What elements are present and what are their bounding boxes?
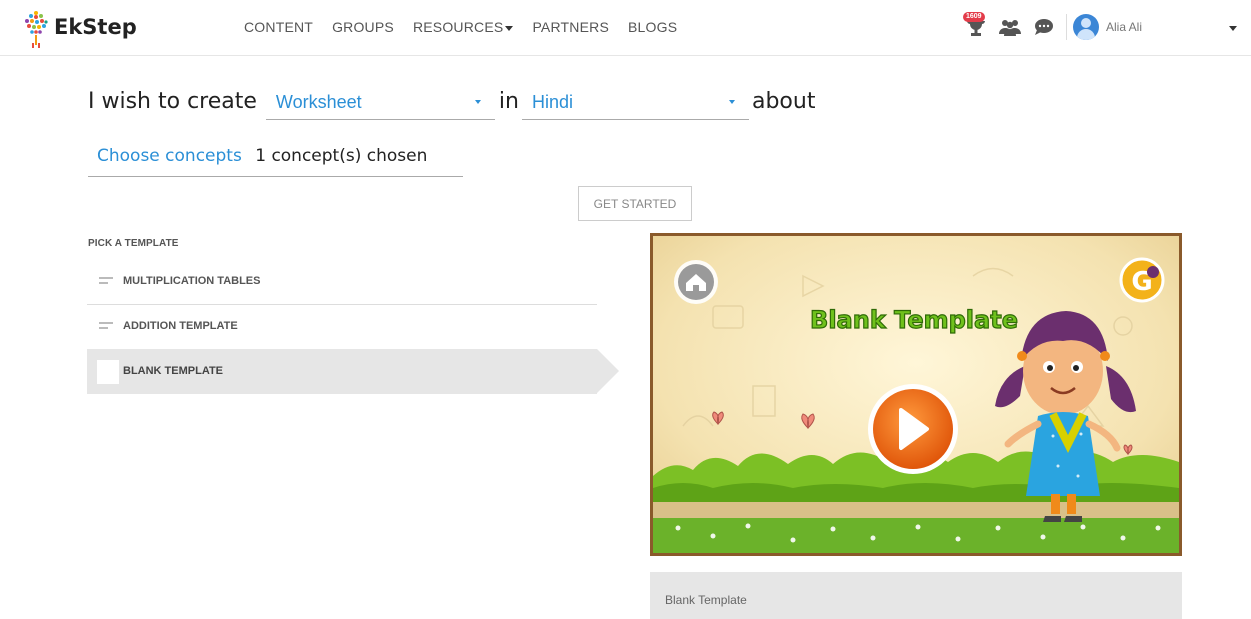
content-type-value: Worksheet (275, 92, 362, 112)
nav-content[interactable]: CONTENT (244, 19, 313, 35)
concepts-chosen-text: 1 concept(s) chosen (255, 146, 428, 166)
chevron-down-icon (728, 100, 735, 104)
header-actions: 1609 Alia Ali (962, 12, 1142, 40)
template-thumbnail (97, 360, 119, 384)
chevron-down-icon (474, 100, 481, 104)
create-connector: in (498, 89, 519, 114)
logo-icon (25, 11, 48, 48)
nav-resources-label: RESOURCES (412, 19, 504, 35)
top-navbar: EkStep CONTENT GROUPS RESOURCES PARTNERS… (0, 0, 1251, 56)
user-avatar-icon[interactable] (1073, 14, 1099, 40)
play-icon (868, 384, 958, 474)
template-label: BLANK TEMPLATE (123, 365, 224, 377)
content-type-select[interactable]: Worksheet (265, 84, 495, 120)
choose-concepts-link[interactable]: Choose concepts (97, 146, 242, 166)
template-caption-bar: Blank Template (650, 572, 1182, 619)
template-caption: Blank Template (665, 593, 747, 607)
notification-count-badge: 1609 (963, 12, 985, 22)
get-started-button[interactable]: GET STARTED (578, 186, 692, 221)
template-lines-icon (99, 322, 113, 332)
chevron-down-icon (505, 25, 514, 31)
nav-resources[interactable]: RESOURCES (412, 19, 514, 35)
template-label: MULTIPLICATION TABLES (123, 275, 261, 287)
home-icon (674, 260, 718, 304)
nav-partners[interactable]: PARTNERS (532, 19, 609, 35)
language-value: Hindi (531, 92, 573, 112)
nav-blogs[interactable]: BLOGS (628, 19, 677, 35)
create-sentence: I wish to create Worksheet in Hindi abou… (88, 84, 815, 120)
main-nav: CONTENT GROUPS RESOURCES PARTNERS BLOGS (244, 19, 696, 35)
brand-logo[interactable]: EkStep (24, 10, 137, 50)
brand-name: EkStep (54, 15, 137, 39)
groups-button[interactable] (996, 15, 1024, 39)
preview-illustration: G Blank Template (653, 236, 1179, 553)
create-suffix: about (751, 89, 816, 114)
header-divider (1066, 14, 1067, 40)
template-item-addition[interactable]: ADDITION TEMPLATE (87, 304, 597, 349)
template-lines-icon (99, 277, 113, 287)
language-select[interactable]: Hindi (521, 84, 749, 120)
preview-title: Blank Template (810, 306, 1018, 334)
group-icon (999, 20, 1021, 36)
chat-icon (1035, 19, 1053, 35)
nav-groups[interactable]: GROUPS (332, 19, 394, 35)
concepts-field: Choose concepts 1 concept(s) chosen (88, 142, 463, 177)
user-menu-chevron-down-icon[interactable] (1229, 26, 1237, 31)
template-label: ADDITION TEMPLATE (123, 320, 238, 332)
template-item-multiplication-tables[interactable]: MULTIPLICATION TABLES (87, 259, 597, 305)
template-item-blank[interactable]: BLANK TEMPLATE (87, 349, 619, 394)
user-name[interactable]: Alia Ali (1106, 20, 1142, 34)
template-preview[interactable]: G Blank Template (650, 233, 1182, 556)
pick-template-heading: PICK A TEMPLATE (88, 238, 179, 249)
create-prefix: I wish to create (88, 89, 257, 114)
messages-button[interactable] (1030, 15, 1058, 39)
notifications-button[interactable]: 1609 (962, 12, 990, 39)
